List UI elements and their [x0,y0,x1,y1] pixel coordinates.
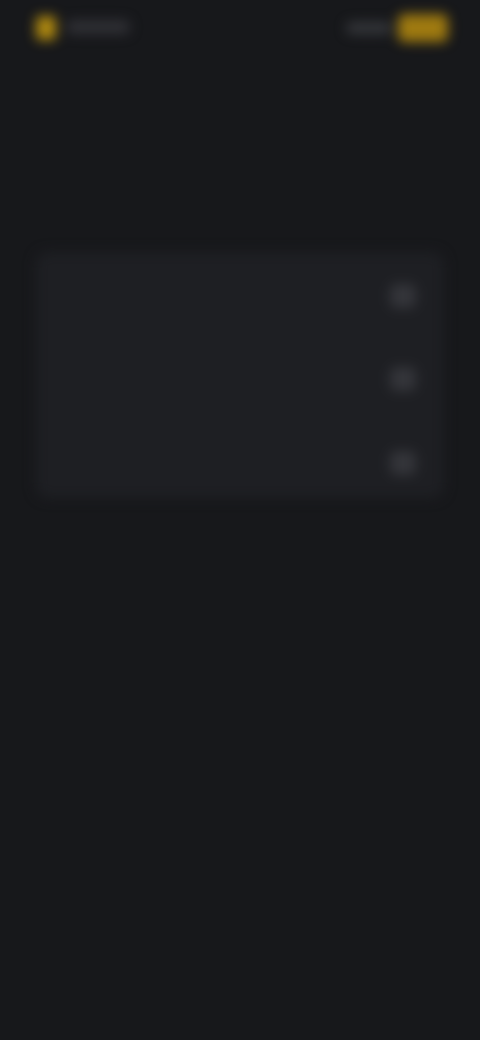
chevron-right-icon [390,367,416,391]
brand-name [66,20,130,34]
header-link[interactable] [346,22,392,34]
option-row[interactable] [56,353,426,405]
header-action-button[interactable] [398,14,448,42]
chevron-right-icon [390,284,416,308]
options-card [36,252,444,498]
top-header [0,0,480,64]
option-row[interactable] [56,270,426,322]
option-row[interactable] [56,437,426,489]
chevron-right-icon [390,451,416,475]
blurred-screen [0,0,480,1040]
brand-logo-icon[interactable] [36,16,56,40]
